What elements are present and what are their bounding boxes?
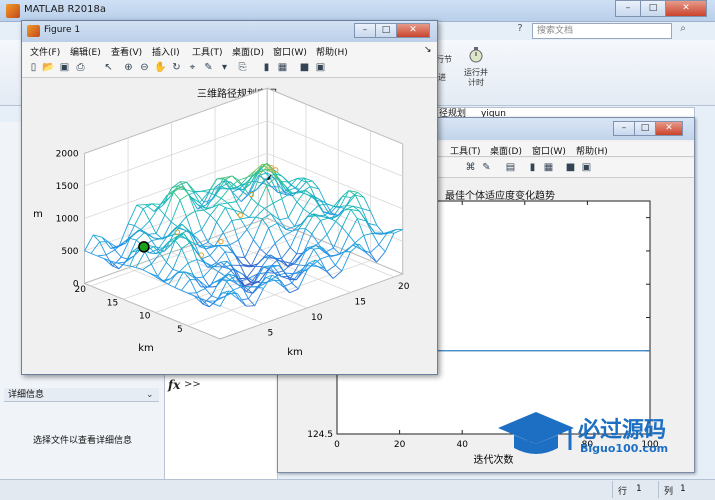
details-panel-header[interactable]: 详细信息: [4, 388, 159, 402]
chart1-z-tick-label: 2000: [56, 149, 79, 159]
search-icon[interactable]: ⌕: [675, 23, 691, 39]
chart1-y-tick-label: 15: [107, 298, 118, 308]
chart1-mesh-line: [246, 305, 255, 307]
status-divider: [658, 481, 659, 498]
chart1-y-tick-label: 20: [75, 285, 87, 295]
chart1-mesh-line: [180, 181, 187, 183]
fx-icon: fx: [168, 378, 181, 392]
main-title-bar: MATLAB R2018a – □ ✕: [0, 0, 715, 22]
chart1-z-tick-label: 1500: [56, 182, 79, 192]
watermark: 必过源码 Biguo100.com: [498, 408, 698, 470]
run-and-time-label[interactable]: 运行并计时: [461, 68, 491, 88]
chart1-y-tick-label: 10: [139, 312, 151, 322]
chart1-ylabel: km: [138, 343, 154, 354]
details-message: 选择文件以查看详细信息: [32, 436, 132, 446]
status-bar: 行 1 列 1: [0, 479, 715, 500]
chart1-mesh-line: [285, 272, 295, 275]
status-col-value: 1: [680, 484, 686, 494]
command-prompt[interactable]: >>: [184, 379, 201, 390]
chart1-z-tick-label: 500: [61, 247, 78, 257]
matlab-logo-icon: [6, 4, 20, 18]
status-col-label: 列: [664, 487, 674, 497]
watermark-text: 必过源码: [578, 418, 667, 443]
chart1-z-tick-label: 1000: [56, 214, 79, 224]
status-row-label: 行: [618, 487, 628, 497]
status-row-value: 1: [636, 484, 642, 494]
chart1-start-marker: [138, 241, 150, 253]
chart2-x-tick-label: 0: [334, 440, 340, 450]
chevron-down-icon[interactable]: ⌄: [146, 390, 154, 400]
chart1-mesh-line: [209, 286, 217, 288]
chart2-x-tick-label: 40: [456, 440, 468, 450]
chart1-mesh-line: [296, 252, 304, 255]
terrain-surface-chart: 0500100015002000m5101520km5101520km: [33, 87, 410, 358]
search-documentation-input[interactable]: 搜索文档: [532, 23, 672, 39]
chart1-x-tick-label: 10: [311, 313, 323, 323]
chart1-x-tick-label: 20: [398, 282, 410, 292]
watermark-subtext: Biguo100.com: [580, 442, 669, 455]
chart1-mesh-line: [207, 266, 215, 268]
status-divider: [612, 481, 613, 498]
chart2-y-tick-label: 124.5: [307, 430, 333, 440]
figure1-window[interactable]: Figure 1 – □ ✕ 文件(F) 编辑(E) 查看(V) 插入(I) 工…: [21, 20, 438, 375]
stopwatch-icon: [469, 47, 483, 63]
main-window-title: MATLAB R2018a: [24, 4, 107, 15]
chart1-zlabel: m: [33, 209, 43, 220]
help-icon[interactable]: ?: [512, 23, 528, 39]
minimize-button[interactable]: –: [615, 0, 641, 17]
chart1-y-tick-label: 5: [177, 325, 183, 335]
maximize-button[interactable]: □: [640, 0, 666, 17]
chart1-xlabel: km: [287, 347, 303, 358]
chart1-x-tick-label: 15: [355, 298, 366, 308]
main-window-controls: – □ ✕: [615, 0, 707, 17]
advance-label[interactable]: 进: [438, 72, 446, 83]
chart1-mesh-line: [222, 292, 231, 294]
chart1-mesh-line: [311, 265, 318, 268]
close-button[interactable]: ✕: [665, 0, 707, 17]
run-and-time-icon[interactable]: [466, 46, 486, 63]
chart1-mesh-line: [344, 208, 351, 211]
chart1-x-tick-label: 5: [268, 329, 274, 339]
chart2-x-tick-label: 20: [394, 440, 406, 450]
